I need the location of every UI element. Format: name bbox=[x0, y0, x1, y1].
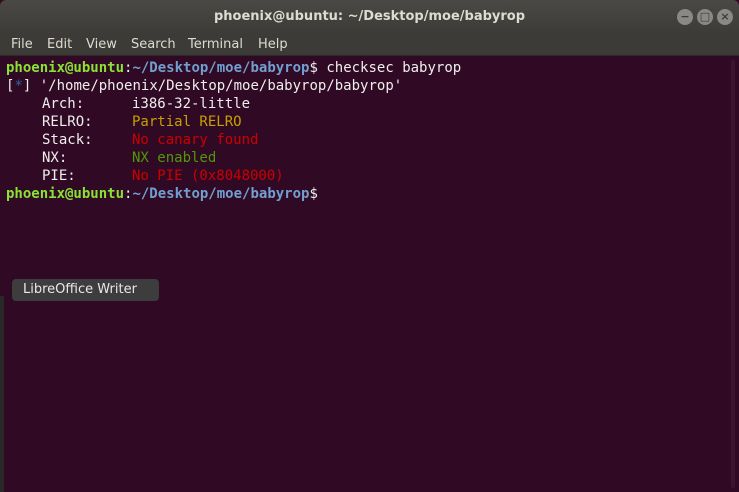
check-value: No PIE (0x8048000) bbox=[132, 168, 284, 184]
check-label: Stack: bbox=[42, 132, 93, 148]
check-label: PIE: bbox=[42, 168, 76, 184]
title-bar[interactable]: phoenix@ubuntu: ~/Desktop/moe/babyrop − … bbox=[0, 0, 739, 34]
info-marker: * bbox=[14, 78, 23, 94]
libreoffice-writer-tooltip: LibreOffice Writer bbox=[12, 279, 159, 301]
menu-view[interactable]: View bbox=[86, 34, 117, 56]
check-label: RELRO: bbox=[42, 114, 93, 130]
terminal-window: phoenix@ubuntu: ~/Desktop/moe/babyrop − … bbox=[0, 0, 739, 492]
maximize-button[interactable]: □ bbox=[697, 9, 713, 25]
dock-edge bbox=[0, 296, 4, 492]
scrollbar-track[interactable] bbox=[731, 60, 735, 488]
terminal-scrollbar[interactable] bbox=[727, 56, 739, 492]
minimize-button[interactable]: − bbox=[677, 9, 693, 25]
prompt-symbol: $ bbox=[309, 186, 318, 202]
command-text: checksec babyrop bbox=[317, 60, 462, 76]
terminal-output[interactable]: phoenix@ubuntu:~/Desktop/moe/babyrop$ ch… bbox=[0, 56, 727, 492]
info-line: [*] '/home/phoenix/Desktop/moe/babyrop/b… bbox=[6, 78, 403, 94]
menu-help[interactable]: Help bbox=[258, 34, 288, 56]
check-row-stack: Stack: No canary found bbox=[6, 131, 727, 149]
prompt-path: ~/Desktop/moe/babyrop bbox=[132, 186, 310, 202]
check-row-arch: Arch: i386-32-little bbox=[6, 95, 727, 113]
menu-edit[interactable]: Edit bbox=[47, 34, 72, 56]
menu-search[interactable]: Search bbox=[131, 34, 176, 56]
check-row-pie: PIE: No PIE (0x8048000) bbox=[6, 167, 727, 185]
check-row-nx: NX: NX enabled bbox=[6, 149, 727, 167]
prompt-path: ~/Desktop/moe/babyrop bbox=[132, 60, 310, 76]
menu-file[interactable]: File bbox=[11, 34, 33, 56]
check-label: Arch: bbox=[42, 96, 85, 112]
check-value: i386-32-little bbox=[132, 96, 251, 112]
prompt-user: phoenix@ubuntu bbox=[6, 186, 125, 202]
prompt-line: phoenix@ubuntu:~/Desktop/moe/babyrop$ bbox=[6, 185, 727, 203]
info-path: '/home/phoenix/Desktop/moe/babyrop/babyr… bbox=[31, 78, 403, 94]
prompt-symbol: $ bbox=[309, 60, 318, 76]
window-title: phoenix@ubuntu: ~/Desktop/moe/babyrop bbox=[213, 9, 526, 24]
check-value: NX enabled bbox=[132, 150, 217, 166]
check-value: Partial RELRO bbox=[132, 114, 242, 130]
close-button[interactable]: × bbox=[717, 9, 733, 25]
prompt-user: phoenix@ubuntu bbox=[6, 60, 125, 76]
check-label: NX: bbox=[42, 150, 68, 166]
check-row-relro: RELRO: Partial RELRO bbox=[6, 113, 727, 131]
check-value: No canary found bbox=[132, 132, 259, 148]
menu-bar: File Edit View Search Terminal Help bbox=[0, 34, 739, 56]
menu-terminal[interactable]: Terminal bbox=[188, 34, 243, 56]
command-line: phoenix@ubuntu:~/Desktop/moe/babyrop$ ch… bbox=[6, 59, 727, 77]
